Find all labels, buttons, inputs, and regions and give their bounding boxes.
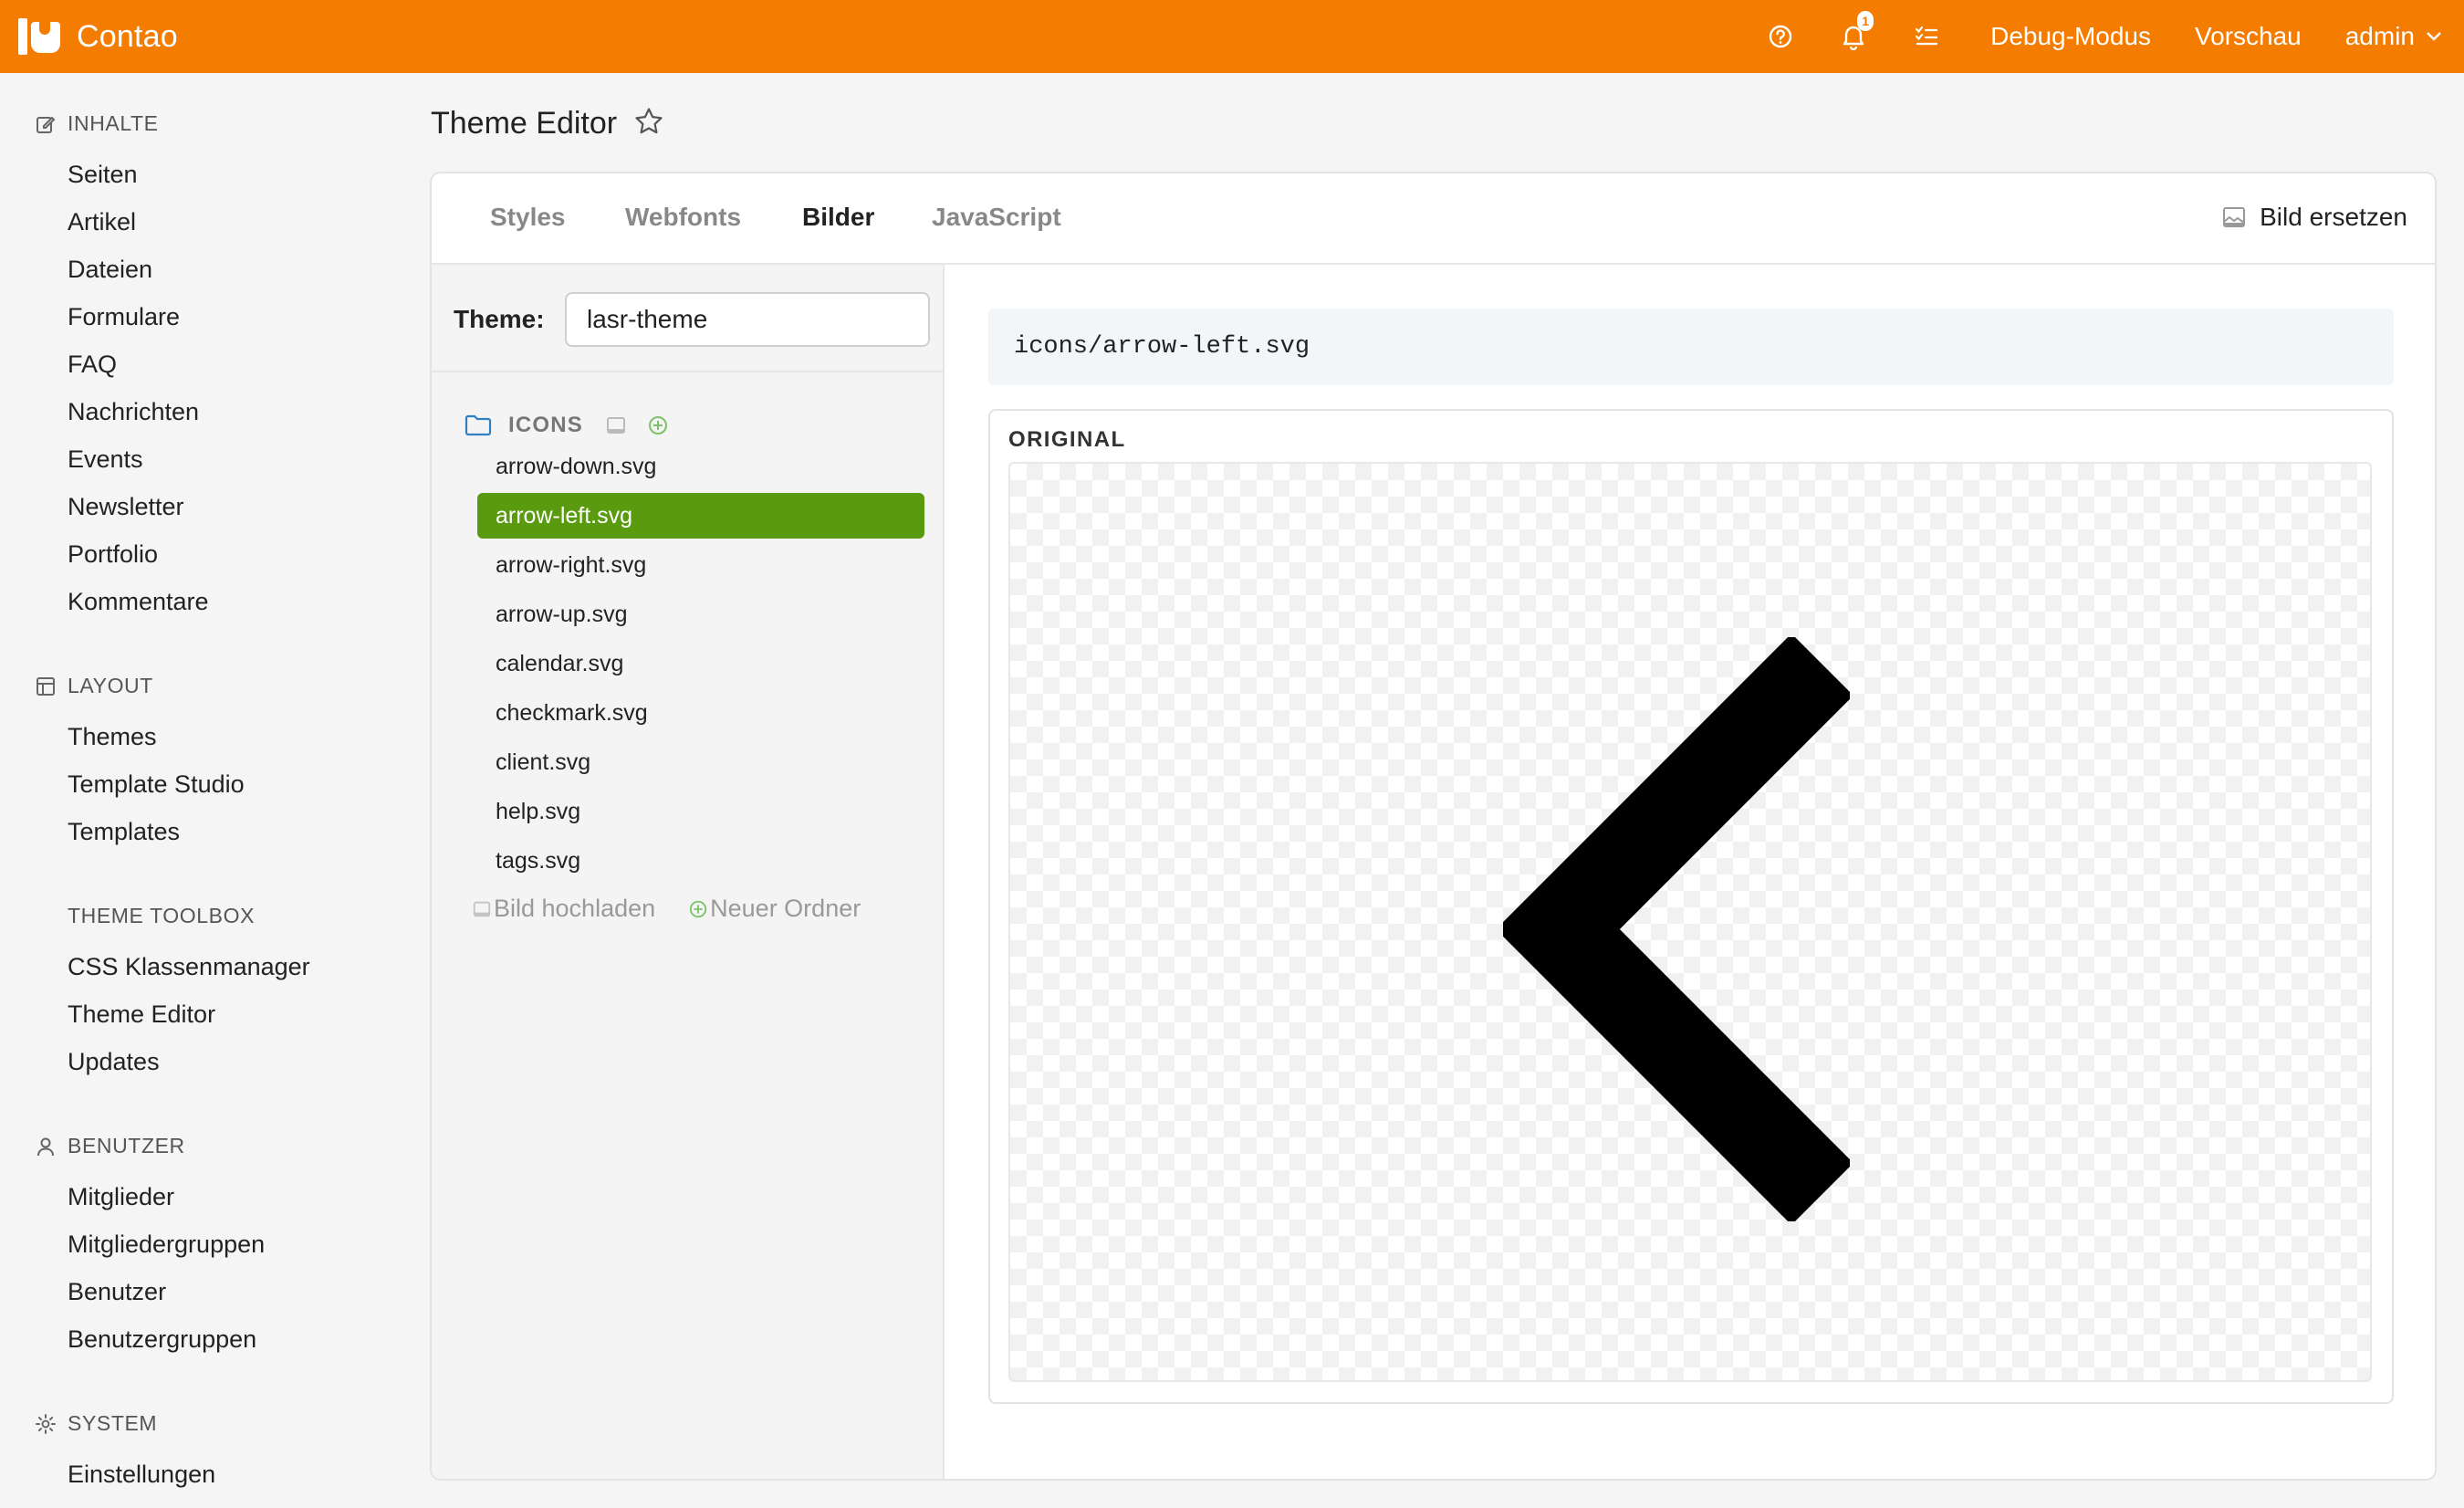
- file-path: icons/arrow-left.svg: [988, 309, 2394, 385]
- sidebar-item-events[interactable]: Events: [68, 445, 143, 474]
- tab-bilder[interactable]: Bilder: [802, 203, 874, 232]
- folder-name: ICONS: [508, 413, 584, 437]
- file-item[interactable]: arrow-up.svg: [477, 592, 924, 637]
- chevron-down-icon: [2427, 32, 2441, 41]
- file-item[interactable]: calendar.svg: [477, 641, 924, 686]
- section-system[interactable]: SYSTEM: [35, 1411, 157, 1436]
- contao-logo[interactable]: Contao: [16, 15, 178, 58]
- original-image-box: ORIGINAL: [988, 409, 2394, 1404]
- sidebar-item-mitgliedergruppen[interactable]: Mitgliedergruppen: [68, 1230, 265, 1259]
- theme-select-input[interactable]: [565, 292, 930, 347]
- original-label: ORIGINAL: [1008, 427, 1126, 452]
- section-benutzer[interactable]: BENUTZER: [35, 1134, 185, 1158]
- page-title: Theme Editor: [431, 106, 618, 141]
- sidebar-item-faq[interactable]: FAQ: [68, 351, 117, 379]
- gear-icon: [35, 1413, 57, 1435]
- replace-image-label: Bild ersetzen: [2260, 203, 2407, 231]
- folder-upload-icon[interactable]: [605, 414, 627, 436]
- sidebar-item-updates[interactable]: Updates: [68, 1048, 160, 1076]
- sidebar-item-benutzergruppen[interactable]: Benutzergruppen: [68, 1325, 256, 1354]
- sidebar-item-newsletter[interactable]: Newsletter: [68, 493, 184, 521]
- new-folder-button[interactable]: Neuer Ordner: [688, 895, 861, 923]
- tab-webfonts[interactable]: Webfonts: [625, 203, 741, 232]
- image-replace-icon: [2223, 207, 2246, 227]
- sidebar-item-dateien[interactable]: Dateien: [68, 256, 152, 284]
- folder-icon: [465, 414, 492, 436]
- notification-badge: 1: [1857, 11, 1874, 31]
- tab-javascript[interactable]: JavaScript: [932, 203, 1061, 232]
- contao-logo-icon: [16, 15, 64, 58]
- layout-icon: [35, 675, 57, 697]
- add-icon: [689, 900, 707, 917]
- sidebar-item-einstellungen[interactable]: Einstellungen: [68, 1461, 215, 1489]
- preview-link[interactable]: Vorschau: [2195, 22, 2302, 51]
- user-menu[interactable]: admin: [2345, 22, 2442, 51]
- sidebar-item-css-klassenmanager[interactable]: CSS Klassenmanager: [68, 953, 310, 981]
- tab-bar: Styles Webfonts Bilder JavaScript Bild e…: [432, 173, 2435, 265]
- theme-editor-panel: Styles Webfonts Bilder JavaScript Bild e…: [430, 172, 2437, 1481]
- sidebar-item-kommentare[interactable]: Kommentare: [68, 588, 209, 616]
- add-folder-icon[interactable]: [647, 414, 669, 436]
- image-preview-pane: icons/arrow-left.svg ORIGINAL: [945, 265, 2435, 1479]
- file-actions: Bild hochladen Neuer Ordner: [472, 895, 893, 923]
- sidebar-item-themes[interactable]: Themes: [68, 723, 157, 751]
- sidebar-item-mitglieder[interactable]: Mitglieder: [68, 1183, 174, 1211]
- replace-image-button[interactable]: Bild ersetzen: [2221, 203, 2407, 232]
- transparency-canvas: [1008, 462, 2372, 1382]
- sidebar-item-artikel[interactable]: Artikel: [68, 208, 136, 236]
- help-icon[interactable]: [1744, 0, 1817, 73]
- file-item[interactable]: arrow-down.svg: [477, 444, 924, 489]
- section-layout[interactable]: LAYOUT: [35, 674, 153, 698]
- theme-selector-row: Theme:: [432, 265, 943, 372]
- user-name: admin: [2344, 22, 2415, 50]
- section-theme-toolbox[interactable]: THEME TOOLBOX: [35, 904, 255, 928]
- favorite-star-icon[interactable]: [633, 106, 664, 141]
- sidebar-item-portfolio[interactable]: Portfolio: [68, 540, 158, 569]
- file-item-selected[interactable]: arrow-left.svg: [477, 493, 924, 539]
- theme-label: Theme:: [454, 305, 545, 333]
- sidebar-item-theme-editor[interactable]: Theme Editor: [68, 1000, 215, 1029]
- tasks-icon[interactable]: [1890, 0, 1963, 73]
- arrow-left-icon: [1503, 637, 1850, 1221]
- sidebar-nav: INHALTE Seiten Artikel Dateien Formulare…: [0, 73, 429, 1508]
- file-item[interactable]: tags.svg: [477, 838, 924, 884]
- file-item[interactable]: arrow-right.svg: [477, 542, 924, 588]
- folder-icons[interactable]: ICONS: [465, 413, 669, 438]
- section-inhalte[interactable]: INHALTE: [35, 111, 159, 136]
- file-item[interactable]: checkmark.svg: [477, 690, 924, 736]
- tab-styles[interactable]: Styles: [490, 203, 566, 232]
- upload-icon: [473, 901, 491, 916]
- file-browser: Theme: ICONS arrow-down.svg arrow-left.s…: [432, 265, 945, 1479]
- user-icon: [35, 1136, 57, 1157]
- sidebar-item-templates[interactable]: Templates: [68, 818, 180, 846]
- sidebar-item-template-studio[interactable]: Template Studio: [68, 770, 245, 799]
- sidebar-item-seiten[interactable]: Seiten: [68, 161, 138, 189]
- sidebar-item-benutzer[interactable]: Benutzer: [68, 1278, 166, 1306]
- file-item[interactable]: help.svg: [477, 789, 924, 834]
- upload-image-button[interactable]: Bild hochladen: [472, 895, 655, 923]
- debug-mode-link[interactable]: Debug-Modus: [1990, 22, 2151, 51]
- sidebar-item-formulare[interactable]: Formulare: [68, 303, 180, 331]
- brand-name: Contao: [77, 18, 178, 54]
- page-header: Theme Editor: [431, 106, 664, 141]
- file-item[interactable]: client.svg: [477, 739, 924, 785]
- top-bar: Contao 1 Debug-Modus Vorschau admin: [0, 0, 2464, 73]
- notifications-bell-icon[interactable]: 1: [1817, 0, 1890, 73]
- sidebar-item-nachrichten[interactable]: Nachrichten: [68, 398, 199, 426]
- edit-icon: [35, 113, 57, 135]
